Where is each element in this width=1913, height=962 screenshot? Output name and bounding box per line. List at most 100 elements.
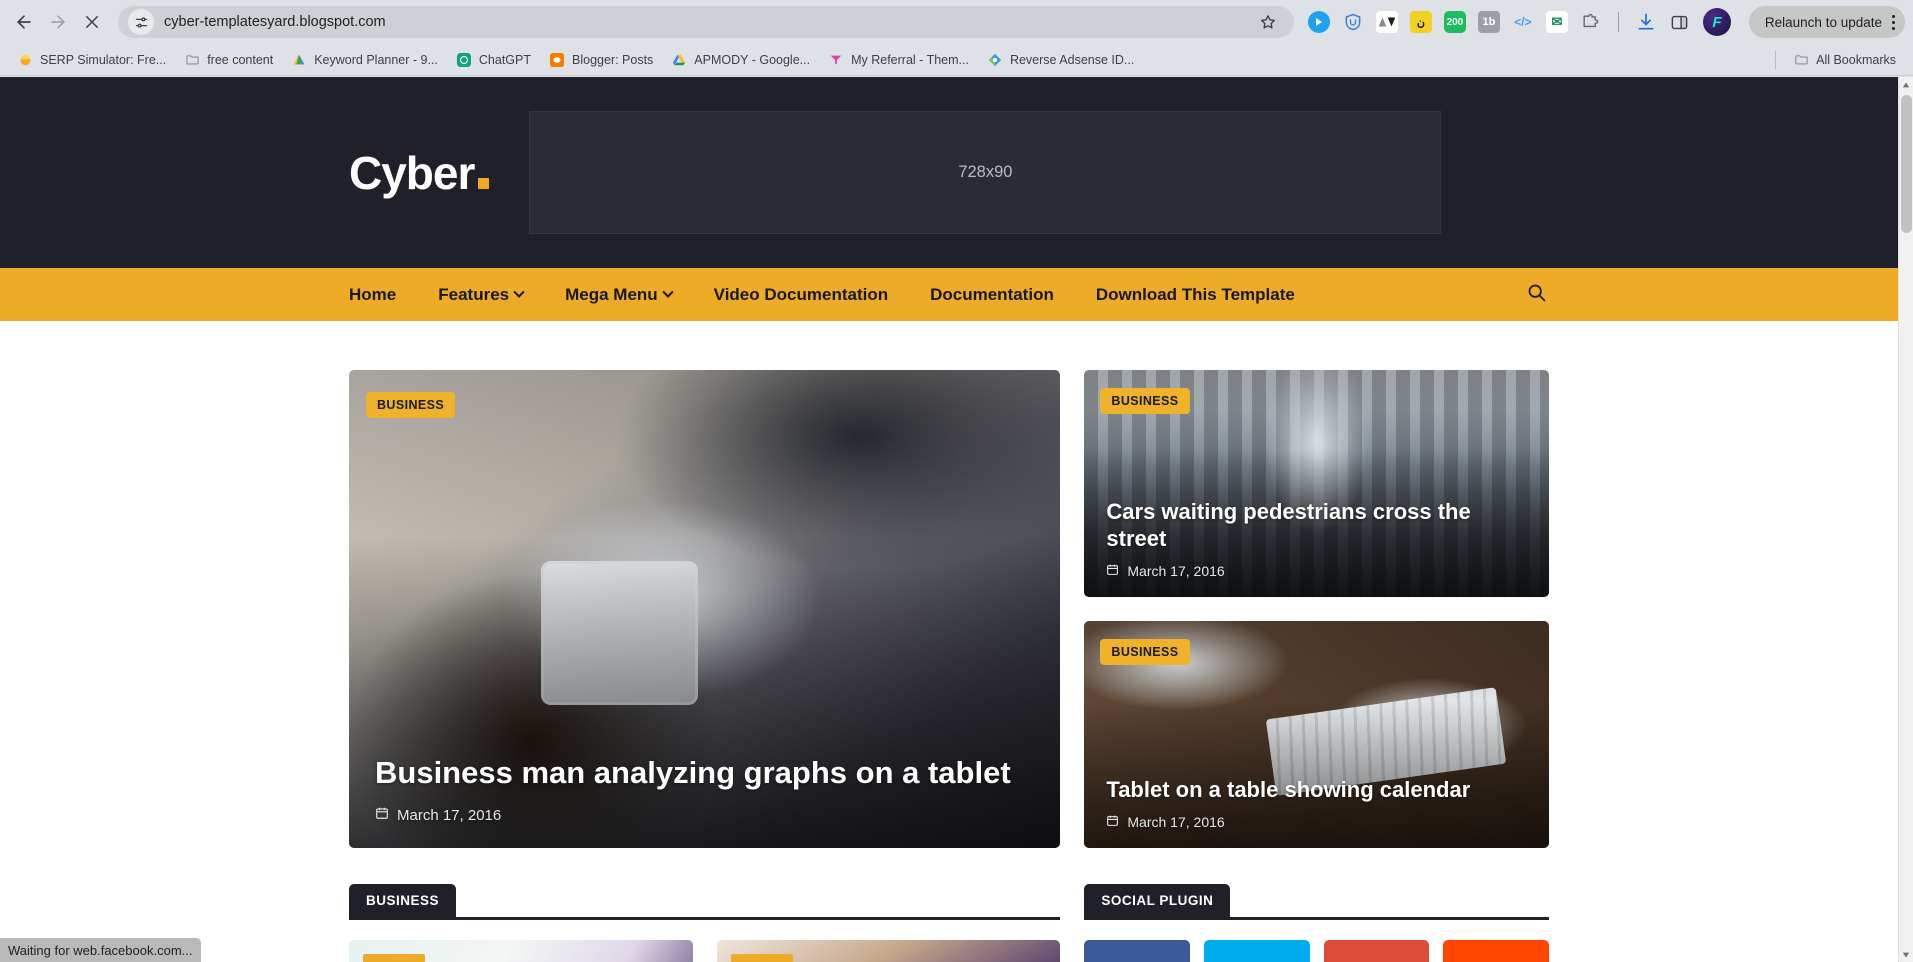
1b-extension[interactable]: 1b (1477, 11, 1500, 33)
back-arrow-icon (14, 12, 34, 32)
bookmark-apmody-google[interactable]: APMODY - Google... (662, 49, 819, 71)
nav-item-features[interactable]: Features (417, 268, 544, 321)
category-badge[interactable]: BUSINESS (1100, 639, 1190, 665)
code-extension[interactable]: </> (1512, 11, 1534, 33)
post-title[interactable]: Cars waiting pedestrians cross the stree… (1106, 499, 1527, 553)
folder-icon (1793, 52, 1809, 68)
post-title[interactable]: Tablet on a table showing calendar (1106, 777, 1527, 804)
all-bookmarks-label: All Bookmarks (1816, 52, 1896, 67)
bookmark-label: Blogger: Posts (572, 52, 654, 67)
post-date: March 17, 2016 (375, 806, 1034, 824)
nav-item-download-this-template[interactable]: Download This Template (1075, 268, 1316, 321)
site-header: Cyber 728x90 (0, 77, 1898, 268)
nav-label: Mega Menu (565, 284, 658, 304)
list-item[interactable] (349, 940, 693, 962)
nav-item-home[interactable]: Home (349, 268, 417, 321)
counter-extension[interactable]: 200 (1443, 11, 1466, 33)
kebab-menu-icon[interactable] (1892, 14, 1895, 30)
bookmark-serp-simulator[interactable]: SERP Simulator: Fre... (8, 49, 175, 71)
featured-post-main[interactable]: BUSINESS Business man analyzing graphs o… (349, 370, 1061, 848)
bookmarks-bar: SERP Simulator: Fre... free content Keyw… (0, 44, 1913, 76)
star-icon[interactable] (1256, 10, 1280, 34)
sections-row: BUSINESS SOCIAL PLUGIN (349, 884, 1550, 962)
site-logo[interactable]: Cyber (349, 150, 490, 196)
scrollbar-thumb[interactable] (1901, 95, 1912, 233)
twitter-button[interactable] (1204, 940, 1310, 962)
bookmark-keyword-planner[interactable]: Keyword Planner - 9... (282, 49, 447, 71)
main-navigation: Home Features Mega Menu Video Documentat… (0, 268, 1898, 321)
calendar-icon (1106, 814, 1119, 830)
page-scrollbar[interactable] (1898, 77, 1913, 962)
post-date-text: March 17, 2016 (1127, 563, 1225, 579)
status-text: Waiting for web.facebook.com... (8, 942, 193, 958)
calendar-icon (375, 806, 389, 824)
post-date-text: March 17, 2016 (397, 806, 502, 824)
all-bookmarks-button[interactable]: All Bookmarks (1784, 49, 1905, 71)
contrast-extension[interactable] (1375, 11, 1398, 33)
nav-item-video-documentation[interactable]: Video Documentation (693, 268, 909, 321)
relaunch-to-update-button[interactable]: Relaunch to update (1748, 6, 1905, 38)
site-settings-icon[interactable] (128, 9, 154, 35)
forward-button[interactable] (42, 6, 74, 38)
side-panel-icon[interactable] (1669, 11, 1691, 33)
nav-label: Home (349, 284, 397, 304)
status-bubble: Waiting for web.facebook.com... (0, 938, 201, 962)
bookmark-label: Reverse Adsense ID... (1009, 52, 1135, 67)
nav-label: Documentation (930, 284, 1054, 304)
bookmark-label: ChatGPT (478, 52, 531, 67)
url-text[interactable]: cyber-templatesyard.blogspot.com (164, 14, 1256, 30)
facebook-button[interactable] (1084, 940, 1191, 962)
search-icon (1526, 282, 1547, 308)
list-item[interactable] (716, 940, 1061, 962)
business-section-header: BUSINESS (349, 884, 1061, 920)
featured-post-side-2[interactable]: BUSINESS Tablet on a table showing calen… (1084, 621, 1549, 848)
nav-item-documentation[interactable]: Documentation (909, 268, 1075, 321)
video-downloader-extension[interactable] (1307, 11, 1330, 33)
section-title[interactable]: BUSINESS (349, 884, 457, 917)
nav-item-mega-menu[interactable]: Mega Menu (544, 268, 693, 321)
business-section: BUSINESS (349, 884, 1061, 962)
nav-search-button[interactable] (1526, 282, 1549, 308)
header-ad-slot[interactable]: 728x90 (529, 111, 1442, 234)
featured-post-side-1[interactable]: BUSINESS Cars waiting pedestrians cross … (1084, 370, 1549, 597)
vpn-shield-extension[interactable] (1342, 11, 1364, 33)
bookmark-label: free content (207, 52, 274, 67)
bookmark-chatgpt[interactable]: ChatGPT (447, 49, 540, 71)
download-icon[interactable] (1635, 11, 1657, 33)
bookmark-my-referral[interactable]: My Referral - Them... (819, 49, 978, 71)
profile-avatar[interactable]: F (1702, 8, 1731, 36)
reddit-button[interactable] (1443, 940, 1550, 962)
blogger-favicon (549, 52, 565, 68)
browser-window: cyber-templatesyard.blogspot.com ن 200 1… (0, 0, 1913, 962)
post-date: March 17, 2016 (1106, 563, 1527, 579)
featured-posts-side-column: BUSINESS Cars waiting pedestrians cross … (1084, 370, 1549, 848)
toolbar-divider (1617, 12, 1619, 32)
chevron-down-icon (513, 286, 525, 298)
browser-toolbar: cyber-templatesyard.blogspot.com ن 200 1… (0, 0, 1913, 44)
scroll-down-arrow[interactable] (1899, 947, 1913, 962)
scroll-up-arrow[interactable] (1899, 77, 1913, 92)
bookmark-label: Keyword Planner - 9... (314, 52, 438, 67)
ad-slot-label: 728x90 (958, 163, 1013, 181)
post-date-text: March 17, 2016 (1127, 814, 1225, 830)
bookmark-label: SERP Simulator: Fre... (40, 52, 167, 67)
category-badge[interactable]: BUSINESS (366, 392, 456, 418)
category-badge[interactable]: BUSINESS (1100, 388, 1190, 414)
referral-favicon (828, 52, 844, 68)
chevron-down-icon (662, 286, 674, 298)
bookmark-reverse-adsense[interactable]: Reverse Adsense ID... (978, 49, 1143, 71)
back-button[interactable] (8, 6, 40, 38)
nav-label: Features (438, 284, 510, 304)
yellow-note-extension[interactable]: ن (1409, 11, 1432, 33)
extensions-puzzle-icon[interactable] (1580, 11, 1602, 33)
section-title[interactable]: SOCIAL PLUGIN (1084, 884, 1231, 917)
stop-loading-button[interactable] (76, 6, 108, 38)
bookmark-free-content[interactable]: free content (175, 49, 282, 71)
google-plus-button[interactable] (1323, 940, 1430, 962)
address-bar[interactable]: cyber-templatesyard.blogspot.com (118, 6, 1294, 38)
bookmark-blogger-posts[interactable]: Blogger: Posts (540, 49, 662, 71)
google-ads-favicon (291, 52, 307, 68)
post-title[interactable]: Business man analyzing graphs on a table… (375, 754, 1034, 792)
mail-extension[interactable]: ✉ (1545, 11, 1568, 33)
bookmarks-divider (1775, 50, 1777, 69)
